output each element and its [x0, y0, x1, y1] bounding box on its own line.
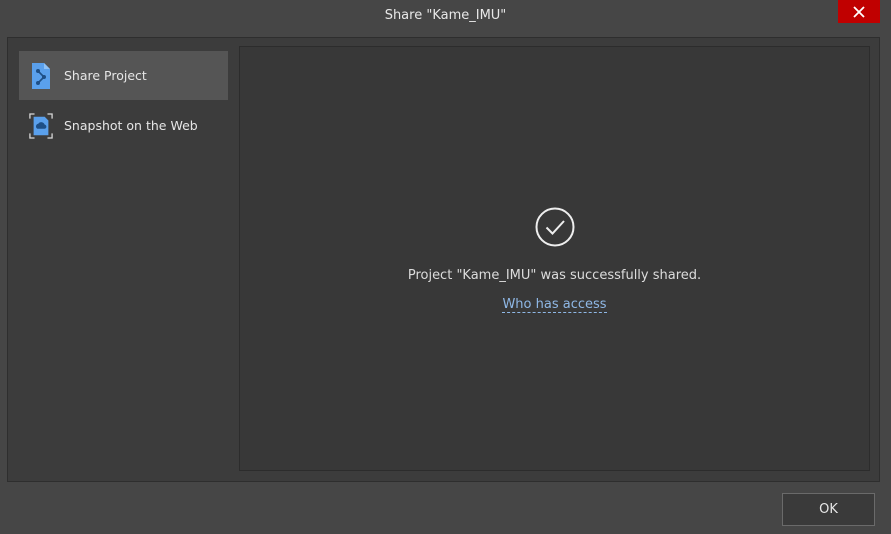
sidebar-item-snapshot-on-the-web[interactable]: Snapshot on the Web — [19, 101, 228, 150]
sidebar-item-share-project[interactable]: Share Project — [19, 51, 228, 100]
dialog-body: Share Project Snapshot on the Web Projec… — [7, 37, 880, 482]
who-has-access-link[interactable]: Who has access — [502, 297, 607, 313]
share-result-panel: Project "Kame_IMU" was successfully shar… — [239, 46, 870, 471]
window-title: Share "Kame_IMU" — [384, 8, 507, 23]
close-button[interactable] — [838, 0, 880, 23]
success-message: Project "Kame_IMU" was successfully shar… — [407, 268, 702, 283]
cloud-snapshot-icon — [29, 112, 53, 140]
check-circle-icon — [535, 207, 575, 247]
sidebar-item-label: Share Project — [64, 68, 147, 83]
who-has-access-row: Who has access — [240, 297, 869, 313]
ok-button[interactable]: OK — [782, 493, 875, 526]
close-icon — [853, 5, 865, 18]
sidebar-item-label: Snapshot on the Web — [64, 118, 198, 133]
title-bar: Share "Kame_IMU" — [0, 0, 891, 31]
share-project-icon — [29, 62, 53, 90]
